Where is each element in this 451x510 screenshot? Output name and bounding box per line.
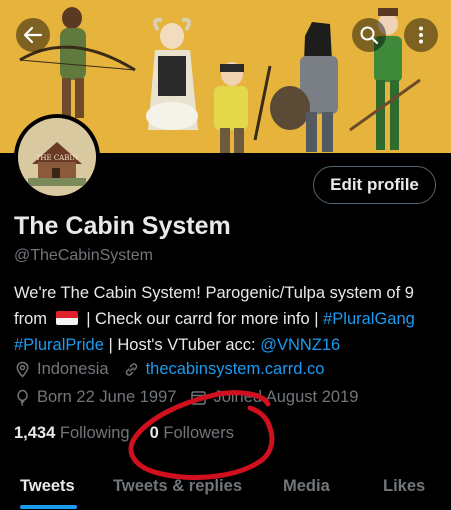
search-button[interactable] — [352, 18, 386, 52]
profile-meta-row-2: Born 22 June 1997 Joined August 2019 — [14, 388, 372, 407]
avatar-cabin-image: THE CABIN — [18, 118, 96, 196]
birthday-text: Born 22 June 1997 — [37, 388, 177, 406]
back-button[interactable] — [16, 18, 50, 52]
display-name: The Cabin System — [14, 212, 231, 240]
profile-bio: We're The Cabin System! Parogenic/Tulpa … — [14, 280, 439, 358]
bio-line1: We're The Cabin System! Parogenic/Tulpa … — [14, 284, 414, 302]
location-item: Indonesia — [14, 360, 109, 379]
tab-likes[interactable]: Likes — [383, 477, 425, 496]
tab-media[interactable]: Media — [283, 477, 330, 496]
follow-stats: 1,434 Following 0 Followers — [14, 424, 254, 443]
profile-avatar[interactable]: THE CABIN — [14, 114, 100, 200]
mention-vnnz16[interactable]: @VNNZ16 — [260, 336, 340, 354]
tab-tweets-replies[interactable]: Tweets & replies — [113, 477, 242, 496]
back-arrow-icon — [23, 26, 43, 44]
bio-mid-text: | Check our carrd for more info | — [86, 310, 319, 328]
balloon-icon — [17, 389, 28, 406]
profile-tabs: Tweets Tweets & replies Media Likes — [0, 468, 451, 510]
following-label: Following — [59, 424, 130, 442]
more-vertical-icon — [419, 26, 423, 44]
active-tab-indicator — [20, 505, 77, 509]
joined-item: Joined August 2019 — [190, 388, 358, 407]
location-text: Indonesia — [37, 360, 109, 378]
bio-host-text: | Host's VTuber acc: — [108, 336, 256, 354]
edit-profile-button[interactable]: Edit profile — [313, 166, 436, 204]
profile-meta-row-1: Indonesia thecabinsystem.carrd.co — [14, 360, 338, 379]
location-pin-icon — [16, 361, 29, 378]
avatar-title: THE CABIN — [36, 154, 79, 162]
tab-tweets[interactable]: Tweets — [20, 477, 75, 496]
hashtag-pluralgang[interactable]: #PluralGang — [323, 310, 415, 328]
user-handle: @TheCabinSystem — [14, 247, 153, 264]
more-options-button[interactable] — [404, 18, 438, 52]
followers-label: Followers — [163, 424, 234, 442]
followers-count: 0 — [149, 424, 159, 442]
search-icon — [360, 26, 379, 45]
followers-link[interactable]: 0 Followers — [150, 424, 234, 443]
indonesia-flag-icon — [55, 311, 78, 325]
website-link[interactable]: thecabinsystem.carrd.co — [146, 360, 325, 379]
link-icon — [125, 363, 137, 376]
following-count: 1,434 — [14, 424, 56, 442]
calendar-icon — [191, 391, 207, 405]
bio-from: from — [14, 310, 47, 328]
joined-text: Joined August 2019 — [213, 388, 359, 406]
website-item[interactable]: thecabinsystem.carrd.co — [123, 360, 325, 379]
hashtag-pluralpride[interactable]: #PluralPride — [14, 336, 104, 354]
following-link[interactable]: 1,434 Following — [14, 424, 130, 443]
birthday-item: Born 22 June 1997 — [14, 388, 176, 407]
